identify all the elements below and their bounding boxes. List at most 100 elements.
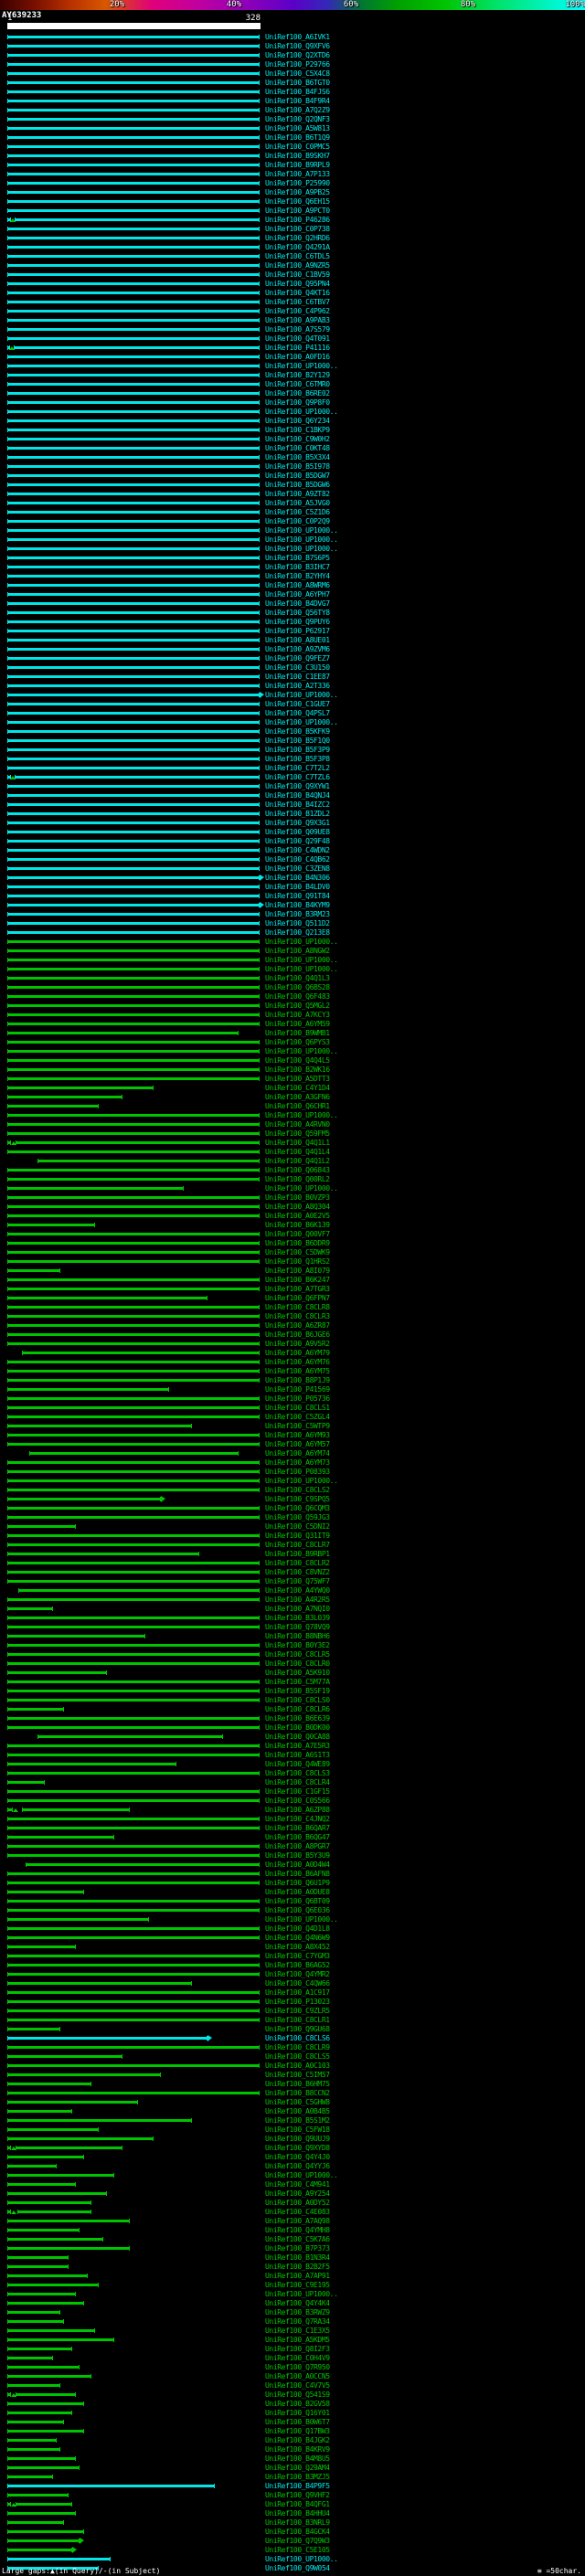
hit-label[interactable]: UniRef100_B3MZJ5 bbox=[265, 2474, 330, 2481]
alignment-row[interactable]: UniRef100_UP1000.. bbox=[0, 1477, 585, 1486]
alignment-bar[interactable] bbox=[7, 228, 260, 230]
alignment-row[interactable]: UniRef100_B6TGT0 bbox=[0, 79, 585, 88]
alignment-row[interactable]: UniRef100_C0P2Q9 bbox=[0, 517, 585, 526]
alignment-row[interactable]: UniRef100_B4QNJ4 bbox=[0, 791, 585, 800]
alignment-bar[interactable] bbox=[16, 2147, 122, 2149]
hit-label[interactable]: UniRef100_B4FJS6 bbox=[265, 89, 330, 96]
alignment-row[interactable]: UniRef100_C9E195 bbox=[0, 2281, 585, 2290]
alignment-row[interactable]: UniRef100_Q7R950 bbox=[0, 2363, 585, 2372]
alignment-bar[interactable] bbox=[7, 1041, 260, 1044]
hit-label[interactable]: UniRef100_Q6EH15 bbox=[265, 198, 330, 206]
hit-label[interactable]: UniRef100_C5DNI2 bbox=[265, 1523, 330, 1531]
alignment-row[interactable]: UniRef100_C1BKP9 bbox=[0, 426, 585, 435]
hit-label[interactable]: UniRef100_B0Y3E2 bbox=[265, 1642, 330, 1649]
alignment-bar[interactable] bbox=[7, 255, 260, 258]
hit-label[interactable]: UniRef100_Q09UE8 bbox=[265, 829, 330, 836]
hit-label[interactable]: UniRef100_B0DK00 bbox=[265, 1724, 330, 1732]
alignment-bar[interactable] bbox=[7, 1105, 99, 1108]
hit-label[interactable]: UniRef100_P62917 bbox=[265, 628, 330, 635]
hit-label[interactable]: UniRef100_B4HHU4 bbox=[265, 2510, 330, 2518]
alignment-row[interactable]: UniRef100_C8CLS0 bbox=[0, 1696, 585, 1705]
alignment-row[interactable]: UniRef100_B6RE02 bbox=[0, 389, 585, 398]
hit-label[interactable]: UniRef100_B2YHY4 bbox=[265, 573, 330, 580]
alignment-row[interactable]: UniRef100_B4IZC2 bbox=[0, 800, 585, 810]
alignment-bar[interactable] bbox=[7, 803, 260, 806]
hit-label[interactable]: UniRef100_B4GCK4 bbox=[265, 2528, 330, 2536]
alignment-bar[interactable] bbox=[7, 1909, 260, 1912]
hit-label[interactable]: UniRef100_Q4291A bbox=[265, 244, 330, 251]
alignment-bar[interactable] bbox=[7, 2183, 76, 2186]
alignment-bar[interactable] bbox=[7, 401, 260, 404]
alignment-row[interactable]: UniRef100_Q0CA88 bbox=[0, 1733, 585, 1742]
alignment-bar[interactable] bbox=[7, 2092, 260, 2094]
hit-label[interactable]: UniRef100_Q29AM4 bbox=[265, 2465, 330, 2472]
alignment-row[interactable]: UniRef100_B3RWZ9 bbox=[0, 2308, 585, 2317]
hit-label[interactable]: UniRef100_C4JNQ2 bbox=[265, 1816, 330, 1823]
alignment-row[interactable]: UniRef100_C8CLR0 bbox=[0, 1659, 585, 1669]
alignment-bar[interactable] bbox=[7, 2192, 107, 2195]
alignment-row[interactable]: UniRef100_C5X4C8 bbox=[0, 69, 585, 79]
hit-label[interactable]: UniRef100_A6ZP88 bbox=[265, 1807, 330, 1814]
hit-label[interactable]: UniRef100_A8PGR7 bbox=[265, 1843, 330, 1850]
alignment-row[interactable]: UniRef100_B5DGW7 bbox=[0, 472, 585, 481]
hit-label[interactable]: UniRef100_Q91T84 bbox=[265, 893, 330, 900]
hit-label[interactable]: UniRef100_B4JGK2 bbox=[265, 2437, 330, 2444]
alignment-row[interactable]: UniRef100_A7KCY3 bbox=[0, 1011, 585, 1020]
alignment-bar[interactable] bbox=[7, 620, 260, 623]
alignment-row[interactable]: UniRef100_B7P373 bbox=[0, 2244, 585, 2253]
hit-label[interactable]: UniRef100_B4IZC2 bbox=[265, 801, 330, 809]
alignment-bar[interactable] bbox=[7, 81, 260, 84]
alignment-bar[interactable] bbox=[7, 1233, 260, 1235]
hit-label[interactable]: UniRef100_A8NGW2 bbox=[265, 948, 330, 955]
hit-label[interactable]: UniRef100_A5W813 bbox=[265, 125, 330, 133]
hit-label[interactable]: UniRef100_C8CLR1 bbox=[265, 2017, 330, 2024]
alignment-bar[interactable] bbox=[7, 2156, 84, 2158]
hit-label[interactable]: UniRef100_C8CLR8 bbox=[265, 1304, 330, 1311]
alignment-row[interactable]: UniRef100_Q4YYJ6 bbox=[0, 2162, 585, 2171]
alignment-bar[interactable] bbox=[7, 785, 260, 788]
alignment-row[interactable]: UniRef100_Q06843 bbox=[0, 1166, 585, 1175]
alignment-bar[interactable] bbox=[7, 2558, 111, 2560]
hit-label[interactable]: UniRef100_A6YM57 bbox=[265, 1441, 330, 1448]
hit-label[interactable]: UniRef100_UP1000.. bbox=[265, 1478, 338, 1485]
alignment-row[interactable]: UniRef100_C6TMR0 bbox=[0, 380, 585, 389]
alignment-row[interactable]: UniRef100_A7TGR3 bbox=[0, 1285, 585, 1294]
hit-label[interactable]: UniRef100_B6T1Q9 bbox=[265, 134, 330, 142]
alignment-row[interactable]: UniRef100_A9Y254 bbox=[0, 2189, 585, 2199]
hit-label[interactable]: UniRef100_B6AFN8 bbox=[265, 1871, 330, 1878]
hit-label[interactable]: UniRef100_B3IHC7 bbox=[265, 564, 330, 571]
alignment-row[interactable]: UniRef100_A8WRM6 bbox=[0, 581, 585, 590]
hit-label[interactable]: UniRef100_Q4D1L8 bbox=[265, 1925, 330, 1933]
alignment-bar[interactable] bbox=[7, 1525, 76, 1528]
alignment-row[interactable]: UniRef100_B3MZJ5 bbox=[0, 2473, 585, 2482]
alignment-row[interactable]: UniRef100_UP1000.. bbox=[0, 526, 585, 535]
hit-label[interactable]: UniRef100_Q213E8 bbox=[265, 929, 330, 937]
hit-label[interactable]: UniRef100_C8CLR4 bbox=[265, 1779, 330, 1786]
alignment-row[interactable]: UniRef100_A6ZR87 bbox=[0, 1321, 585, 1330]
alignment-bar[interactable] bbox=[7, 410, 260, 413]
hit-label[interactable]: UniRef100_Q7RA34 bbox=[265, 2318, 330, 2326]
alignment-bar[interactable] bbox=[7, 849, 260, 852]
alignment-row[interactable]: UniRef100_B5X3X4 bbox=[0, 453, 585, 462]
alignment-bar[interactable] bbox=[7, 1096, 122, 1098]
hit-label[interactable]: UniRef100_Q9UUJ9 bbox=[265, 2136, 330, 2143]
alignment-row[interactable]: UniRef100_Q9XYD8 bbox=[0, 2144, 585, 2153]
alignment-row[interactable]: UniRef100_C9ZLR5 bbox=[0, 2007, 585, 2016]
hit-label[interactable]: UniRef100_B2Y129 bbox=[265, 372, 330, 379]
hit-label[interactable]: UniRef100_A0FD16 bbox=[265, 354, 330, 361]
alignment-row[interactable]: UniRef100_B2WK16 bbox=[0, 1065, 585, 1075]
hit-label[interactable]: UniRef100_UP1000.. bbox=[265, 546, 338, 553]
alignment-bar[interactable] bbox=[7, 282, 260, 285]
alignment-bar[interactable] bbox=[7, 2064, 260, 2067]
alignment-row[interactable]: UniRef100_B9RBP1 bbox=[0, 1550, 585, 1559]
alignment-row[interactable]: UniRef100_B9SKH7 bbox=[0, 152, 585, 161]
alignment-row[interactable]: UniRef100_C8CLR2 bbox=[0, 1559, 585, 1568]
alignment-bar[interactable] bbox=[7, 703, 260, 705]
alignment-bar[interactable] bbox=[7, 694, 260, 696]
alignment-bar[interactable] bbox=[26, 1863, 260, 1866]
alignment-row[interactable]: UniRef100_Q29AM4 bbox=[0, 2464, 585, 2473]
hit-label[interactable]: UniRef100_A7AP91 bbox=[265, 2273, 330, 2280]
hit-label[interactable]: UniRef100_C4M941 bbox=[265, 2181, 330, 2189]
hit-label[interactable]: UniRef100_Q9FEZ7 bbox=[265, 655, 330, 663]
alignment-row[interactable]: UniRef100_UP1000.. bbox=[0, 718, 585, 727]
